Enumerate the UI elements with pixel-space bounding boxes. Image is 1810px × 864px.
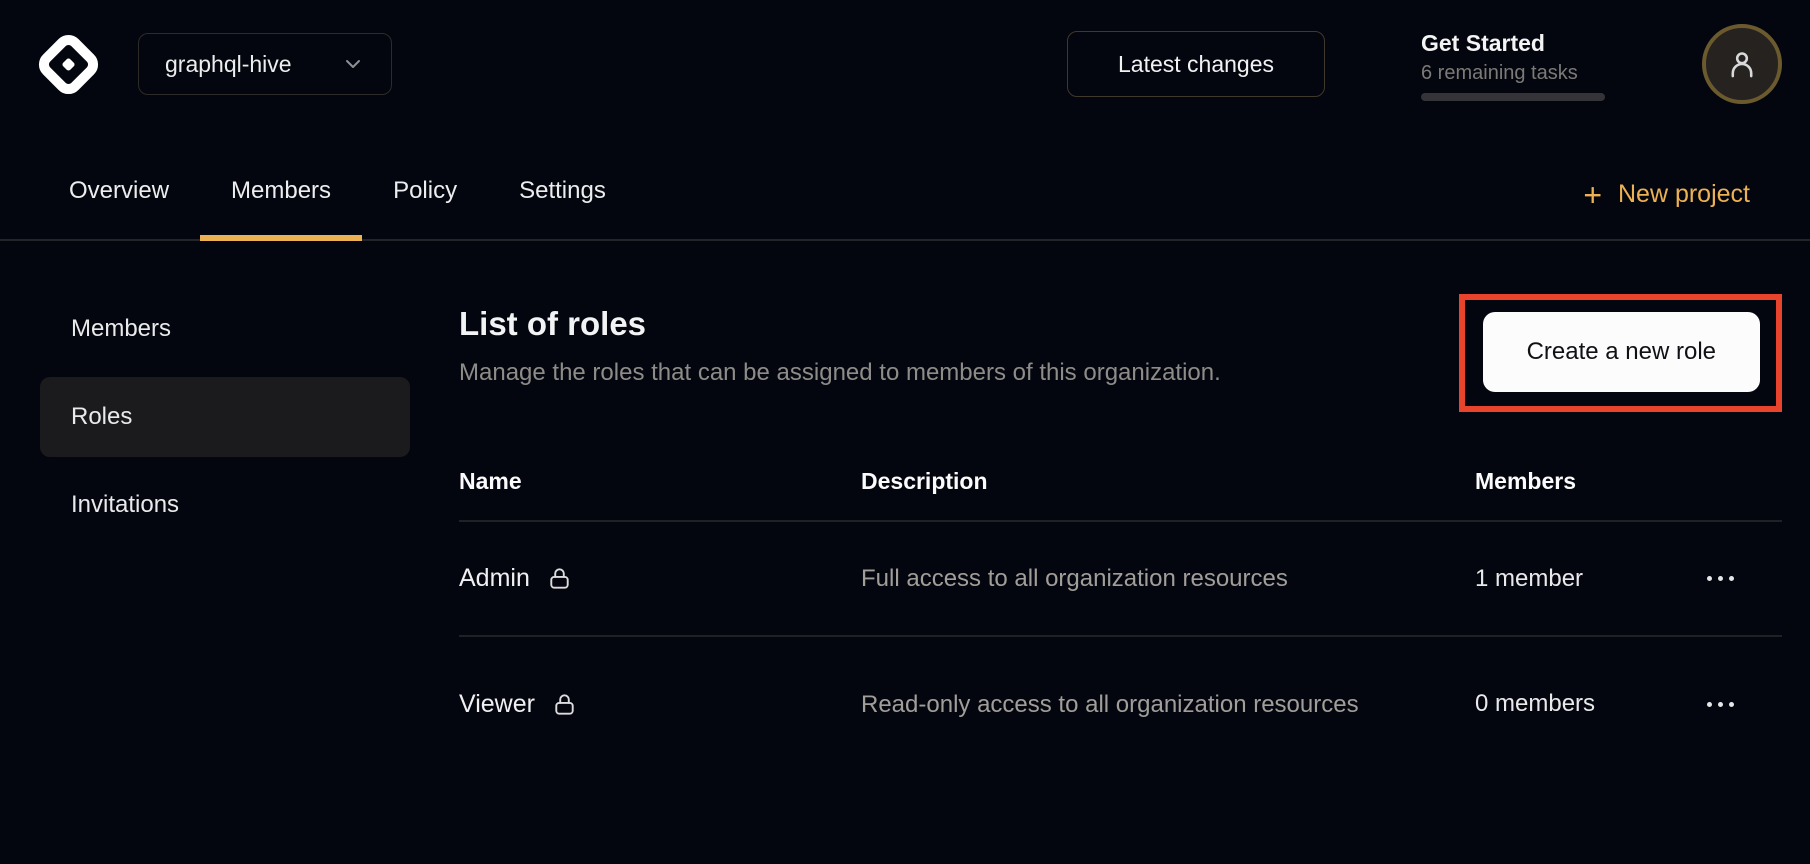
role-actions-cell xyxy=(1705,692,1782,717)
table-row-admin: Admin Full access to all organization re… xyxy=(459,522,1782,637)
role-name-cell: Admin xyxy=(459,564,861,593)
tab-overview[interactable]: Overview xyxy=(38,177,200,239)
role-name-cell: Viewer xyxy=(459,690,861,719)
role-name: Viewer xyxy=(459,690,535,719)
sidebar-item-roles[interactable]: Roles xyxy=(40,377,410,457)
members-page: Members Roles Invitations List of roles … xyxy=(0,241,1810,771)
roles-header: List of roles Manage the roles that can … xyxy=(459,289,1782,412)
column-header-description: Description xyxy=(861,468,1475,495)
org-tab-bar: Overview Members Policy Settings + New p… xyxy=(0,128,1810,241)
role-name: Admin xyxy=(459,564,530,593)
tab-policy[interactable]: Policy xyxy=(362,177,488,239)
table-row-viewer: Viewer Read-only access to all organizat… xyxy=(459,637,1782,771)
page-title: List of roles xyxy=(459,305,1221,343)
members-subnav: Members Roles Invitations xyxy=(40,289,410,771)
lock-icon xyxy=(546,565,573,592)
person-icon xyxy=(1725,47,1759,81)
column-header-members: Members xyxy=(1475,468,1705,495)
chevron-down-icon xyxy=(341,52,365,76)
new-project-button[interactable]: + New project xyxy=(1583,180,1750,239)
top-bar: graphql-hive Latest changes Get Started … xyxy=(0,0,1810,128)
roles-table: Name Description Members Admin Full acce… xyxy=(459,442,1782,771)
org-selector-button[interactable]: graphql-hive xyxy=(138,33,392,95)
hive-logo-icon[interactable] xyxy=(35,31,102,98)
get-started-progress-track xyxy=(1421,93,1605,101)
get-started-title: Get Started xyxy=(1421,28,1605,58)
user-avatar[interactable] xyxy=(1702,24,1782,104)
role-actions-cell xyxy=(1705,566,1782,591)
column-header-name: Name xyxy=(459,468,861,495)
create-new-role-button[interactable]: Create a new role xyxy=(1483,312,1760,392)
annotation-highlight-box: Create a new role xyxy=(1459,294,1782,412)
ellipsis-menu-icon[interactable] xyxy=(1705,566,1736,591)
latest-changes-button[interactable]: Latest changes xyxy=(1067,31,1325,97)
get-started-widget: Get Started 6 remaining tasks xyxy=(1421,28,1605,101)
role-member-count: 1 member xyxy=(1475,565,1705,593)
sidebar-item-members[interactable]: Members xyxy=(40,289,410,369)
tab-members[interactable]: Members xyxy=(200,177,362,239)
org-name: graphql-hive xyxy=(165,51,292,78)
roles-table-header: Name Description Members xyxy=(459,442,1782,522)
new-project-label: New project xyxy=(1618,180,1750,209)
role-member-count: 0 members xyxy=(1475,690,1705,718)
lock-icon xyxy=(551,691,578,718)
role-description: Read-only access to all organization res… xyxy=(861,685,1376,724)
roles-panel: List of roles Manage the roles that can … xyxy=(459,289,1782,771)
roles-header-text: List of roles Manage the roles that can … xyxy=(459,289,1221,387)
page-subtitle: Manage the roles that can be assigned to… xyxy=(459,359,1221,387)
get-started-remaining-tasks: 6 remaining tasks xyxy=(1421,60,1605,86)
tab-settings[interactable]: Settings xyxy=(488,177,637,239)
role-description: Full access to all organization resource… xyxy=(861,559,1376,598)
ellipsis-menu-icon[interactable] xyxy=(1705,692,1736,717)
sidebar-item-invitations[interactable]: Invitations xyxy=(40,465,410,545)
plus-icon: + xyxy=(1583,181,1602,209)
